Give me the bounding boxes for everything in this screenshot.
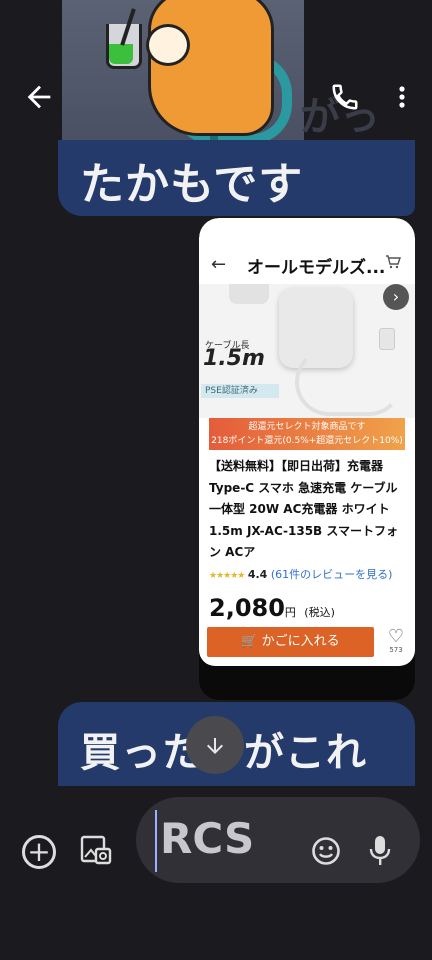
sticker-character — [148, 0, 274, 136]
card-back-icon: ← — [211, 254, 227, 275]
arrow-left-icon[interactable] — [22, 80, 56, 114]
sticker-juice — [109, 44, 133, 64]
rating-value: 4.4 — [247, 568, 268, 581]
product-image: › ケーブル長 1.5m PSE認証済み — [199, 284, 415, 418]
promo-line-1: 超還元セレクト対象商品です — [248, 422, 366, 432]
scroll-to-bottom-button[interactable] — [186, 716, 244, 774]
message-bubble-received[interactable]: たかもです — [58, 140, 415, 216]
cart-button-label: かごに入れる — [261, 634, 340, 649]
review-link: (61件のレビューを見る) — [270, 568, 393, 581]
price-value: 2,080 — [209, 594, 285, 622]
chevron-right-icon: › — [383, 284, 409, 310]
promo-line-2: 218ポイント還元(0.5%+超還元セレクト10%) — [211, 436, 403, 446]
price-tax: (税込) — [304, 606, 335, 619]
plus-circle-icon[interactable]: + — [22, 835, 56, 869]
mic-icon[interactable] — [368, 834, 392, 868]
heart-icon: ♡ — [387, 626, 405, 647]
product-rating: ★★★★★ 4.4 (61件のレビューを見る) — [209, 566, 409, 582]
text-cursor — [155, 810, 157, 872]
product-card-topbar: ← オールモデルズ... — [199, 248, 415, 282]
cable-length-value: 1.5m — [203, 346, 265, 371]
arrow-down-icon — [207, 737, 223, 754]
more-vert-icon[interactable] — [392, 82, 412, 112]
message-text: たかもです — [80, 159, 304, 210]
like-count: 573 — [389, 646, 403, 654]
image-message[interactable]: ← オールモデルズ... › ケーブル長 1.5m PSE認証済み 超還元セレク… — [199, 218, 415, 700]
gallery-icon[interactable] — [80, 835, 112, 867]
shop-title: オールモデルズ... — [247, 258, 386, 278]
add-to-cart-button: 🛒 かごに入れる — [207, 627, 374, 657]
charger-plug-secondary — [229, 284, 269, 304]
promo-banner: 超還元セレクト対象商品です 218ポイント還元(0.5%+超還元セレクト10%) — [209, 418, 405, 450]
phone-icon[interactable] — [330, 82, 360, 112]
pse-badge: PSE認証済み — [201, 384, 279, 398]
charger-cable — [295, 348, 403, 416]
price-unit: 円 — [284, 606, 296, 619]
emoji-icon[interactable] — [311, 836, 341, 866]
product-card: ← オールモデルズ... › ケーブル長 1.5m PSE認証済み 超還元セレク… — [199, 218, 415, 666]
cart-button-icon: 🛒 — [241, 634, 258, 649]
rating-stars: ★★★★★ — [209, 571, 245, 581]
product-price: 2,080円 (税込) — [209, 594, 335, 622]
message-input-text[interactable]: RCS — [160, 814, 254, 863]
sticker-paw — [146, 24, 190, 66]
usb-c-connector — [379, 328, 395, 350]
cart-icon — [385, 254, 401, 274]
product-name: 【送料無料】【即日出荷】充電器 Type-C スマホ 急速充電 ケーブル 一体型… — [209, 459, 399, 559]
sticker-image[interactable] — [62, 0, 304, 146]
